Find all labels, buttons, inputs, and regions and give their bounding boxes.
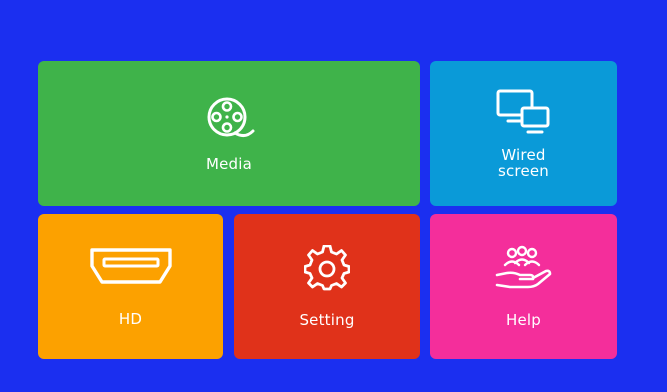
home-screen: Media Wired screen HD Setting Help — [0, 0, 667, 392]
wired-screen-tile[interactable]: Wired screen — [430, 61, 617, 206]
hand-people-icon — [494, 245, 554, 291]
wired-screen-label: Wired screen — [497, 145, 550, 180]
gear-icon — [303, 244, 351, 291]
help-label: Help — [506, 310, 541, 329]
setting-tile[interactable]: Setting — [234, 214, 420, 359]
media-tile[interactable]: Media — [38, 61, 420, 206]
setting-label: Setting — [299, 310, 355, 329]
screen-mirror-icon — [494, 88, 554, 138]
help-tile[interactable]: Help — [430, 214, 617, 359]
hd-label: HD — [118, 309, 143, 328]
film-reel-icon — [205, 95, 267, 147]
hd-tile[interactable]: HD — [38, 214, 223, 359]
hdmi-port-icon — [88, 246, 174, 286]
media-label: Media — [205, 154, 253, 173]
